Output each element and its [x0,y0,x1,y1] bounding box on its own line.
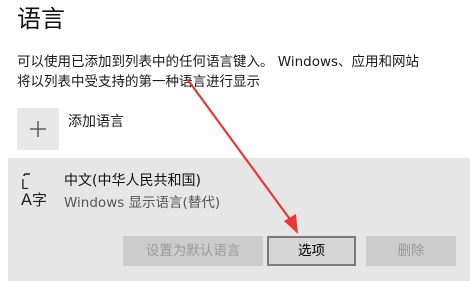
remove-language-button[interactable]: 删除 [366,236,456,266]
description-line-1: 可以使用已添加到列表中的任何语言键入。 Windows、应用和网站 [17,54,420,70]
plus-icon [30,121,46,137]
svg-text:A: A [21,190,32,208]
options-button[interactable]: 选项 [267,236,356,266]
description-line-2: 将以列表中受支持的第一种语言进行显示 [17,74,260,90]
language-subtitle: Windows 显示语言(替代) [64,195,221,211]
language-list-item[interactable]: L A 字 中文(中华人民共和国) Windows 显示语言(替代) 设置为默认… [8,158,470,281]
add-language-icon-box[interactable] [17,108,59,150]
language-settings-page: 语言 可以使用已添加到列表中的任何语言键入。 Windows、应用和网站 将以列… [0,0,470,281]
page-description: 可以使用已添加到列表中的任何语言键入。 Windows、应用和网站 将以列表中受… [17,52,470,92]
language-icon: L A 字 [21,173,47,208]
language-name: 中文(中华人民共和国) [64,173,201,189]
page-title: 语言 [17,5,65,33]
set-default-language-button[interactable]: 设置为默认语言 [123,236,263,266]
add-language-button[interactable]: 添加语言 [17,108,124,152]
svg-text:字: 字 [32,191,47,208]
add-language-label: 添加语言 [68,114,124,130]
